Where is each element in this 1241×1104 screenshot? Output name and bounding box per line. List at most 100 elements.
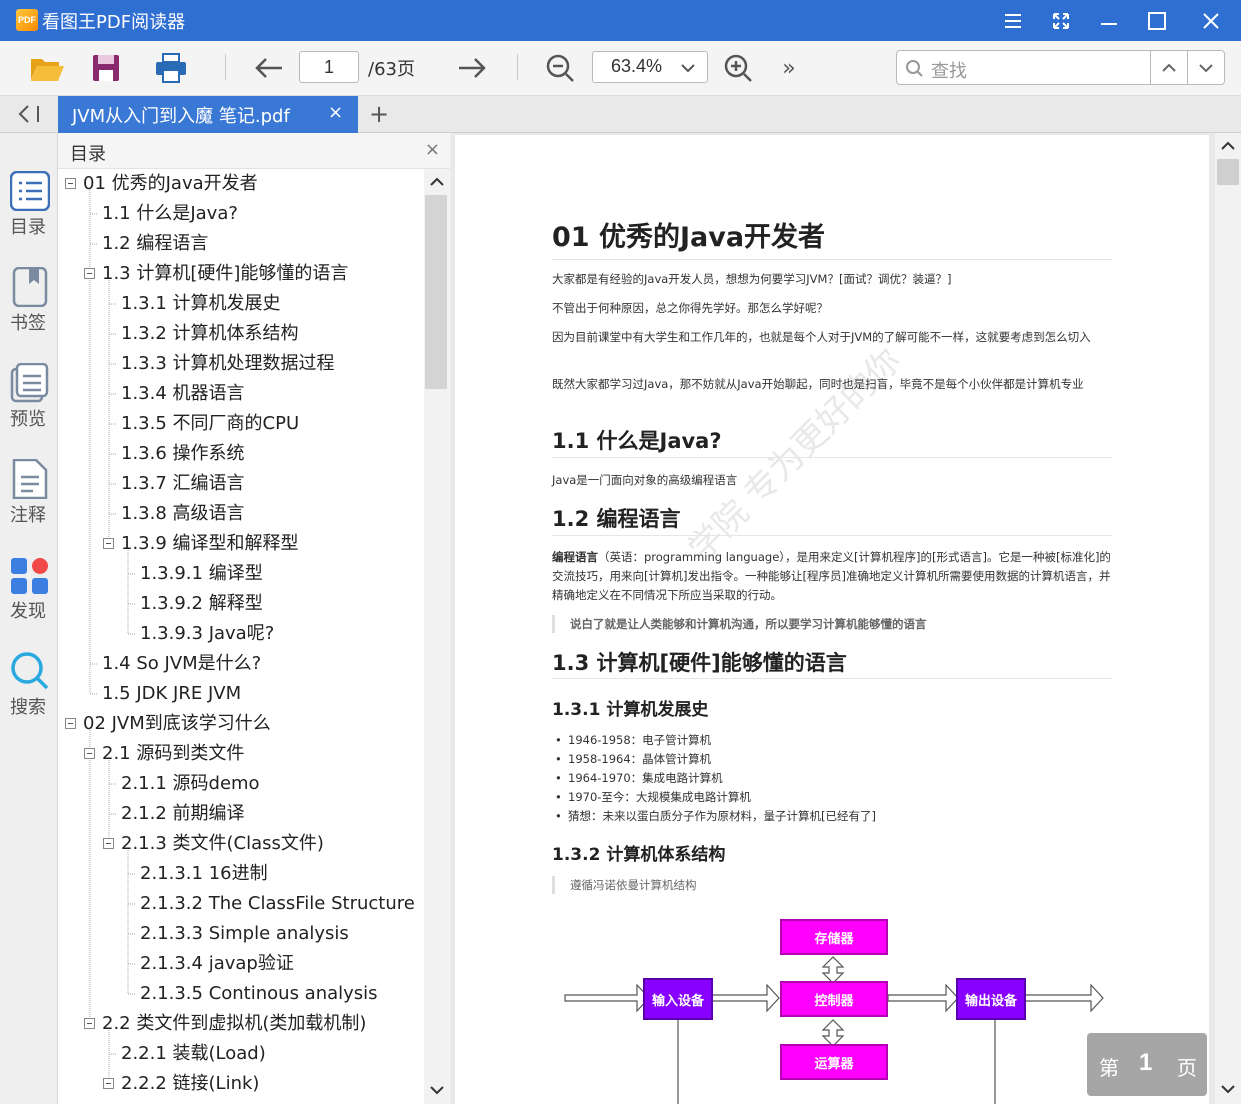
search-icon xyxy=(11,652,49,690)
more-tools-button[interactable]: » xyxy=(776,51,802,85)
toc-item[interactable]: 1.3.4 机器语言 xyxy=(121,379,245,409)
zoom-in-button[interactable] xyxy=(722,51,754,85)
printer-icon xyxy=(156,53,186,83)
page-total-label: /63页 xyxy=(368,59,415,80)
toc-collapse-icon[interactable] xyxy=(84,1018,95,1029)
toc-item[interactable]: 1.5 JDK JRE JVM xyxy=(102,679,241,709)
toc-item[interactable]: 2.1 源码到类文件 xyxy=(102,739,244,769)
rail-item-annotation[interactable]: 注释 xyxy=(0,441,58,529)
toc-item[interactable]: 1.3.7 汇编语言 xyxy=(121,469,245,499)
save-button[interactable] xyxy=(90,51,122,85)
toc-item[interactable]: 1.3 计算机[硬件]能够懂的语言 xyxy=(102,259,348,289)
tab-label: JVM从入门到入魔 笔记.pdf xyxy=(72,106,290,127)
page-indicator-suffix: 页 xyxy=(1177,1056,1197,1080)
toc-item[interactable]: 2.1.3.2 The ClassFile Structure xyxy=(140,889,415,919)
rail-label: 注释 xyxy=(10,505,46,526)
paragraph: 编程语言（英语：programming language），是用来定义[计算机程… xyxy=(552,548,1112,605)
toc-collapse-icon[interactable] xyxy=(84,748,95,759)
search-prev-button[interactable] xyxy=(1150,50,1188,85)
toc-item[interactable]: 2.1.3.4 javap验证 xyxy=(140,949,294,979)
toc-item[interactable]: 2.2.2 链接(Link) xyxy=(121,1069,259,1099)
toc-item[interactable]: 1.3.9.2 解释型 xyxy=(140,589,263,619)
search-input[interactable]: 查找 xyxy=(896,50,1151,85)
chevron-down-icon xyxy=(1221,1085,1235,1094)
close-window-button[interactable] xyxy=(1187,0,1235,41)
search-next-button[interactable] xyxy=(1187,50,1225,85)
toc-item[interactable]: 2.1.3 类文件(Class文件) xyxy=(121,829,324,859)
toc-item[interactable]: 02 JVM到底该学习什么 xyxy=(83,709,271,739)
page-number-input[interactable]: 1 xyxy=(299,51,359,83)
previous-page-button[interactable] xyxy=(253,51,285,85)
toc-collapse-icon[interactable] xyxy=(84,268,95,279)
toc-collapse-icon[interactable] xyxy=(103,538,114,549)
tab-document[interactable]: JVM从入门到入魔 笔记.pdf × xyxy=(58,96,358,133)
zoom-out-button[interactable] xyxy=(544,51,576,85)
rail-label: 预览 xyxy=(10,409,46,430)
toc-collapse-icon[interactable] xyxy=(65,178,76,189)
paragraph: 不管出于何种原因，总之你得先学好。那怎么学好呢？ xyxy=(552,301,828,315)
toc-item[interactable]: 2.1.3.5 Continous analysis xyxy=(140,979,378,1009)
search-placeholder: 查找 xyxy=(931,61,967,82)
heading-3: 1.3.1 计算机发展史 xyxy=(552,700,709,720)
chevron-up-icon xyxy=(430,177,444,186)
toc-item[interactable]: 1.3.6 操作系统 xyxy=(121,439,245,469)
add-tab-button[interactable]: + xyxy=(366,100,392,128)
toc-item[interactable]: 2.1.3.3 Simple analysis xyxy=(140,919,349,949)
next-page-button[interactable] xyxy=(456,51,488,85)
zoom-select[interactable]: 63.4% xyxy=(592,51,708,83)
heading-2: 1.2 编程语言 xyxy=(552,507,681,531)
document-scroll-thumb[interactable] xyxy=(1217,159,1239,185)
toc-item[interactable]: 1.3.5 不同厂商的CPU xyxy=(121,409,299,439)
toc-scroll-thumb[interactable] xyxy=(425,195,447,389)
toc-collapse-icon[interactable] xyxy=(103,1078,114,1089)
toc-item[interactable]: 1.2 编程语言 xyxy=(102,229,208,259)
minimize-button[interactable] xyxy=(1085,0,1133,41)
tab-close-icon[interactable]: × xyxy=(328,102,343,123)
rail-item-preview[interactable]: 预览 xyxy=(0,345,58,433)
list-item: 猜想：未来以蛋白质分子作为原材料，量子计算机[已经有了] xyxy=(555,807,876,826)
toc-item[interactable]: 2.1.2 前期编译 xyxy=(121,799,245,829)
rail-item-search[interactable]: 搜索 xyxy=(0,633,58,721)
toc-item[interactable]: 2.2 类文件到虚拟机(类加载机制) xyxy=(102,1009,366,1039)
toc-item[interactable]: 1.3.2 计算机体系结构 xyxy=(121,319,299,349)
annotation-icon xyxy=(12,459,48,499)
print-button[interactable] xyxy=(153,51,189,85)
toc-item[interactable]: 1.3.9 编译型和解释型 xyxy=(121,529,299,559)
chevron-down-icon xyxy=(430,1086,444,1095)
toc-collapse-icon[interactable] xyxy=(65,718,76,729)
open-file-button[interactable] xyxy=(28,51,66,85)
rail-item-discover[interactable]: 发现 xyxy=(0,537,58,625)
list-item: 1958-1964：晶体管计算机 xyxy=(555,750,711,769)
toc-item[interactable]: 1.3.3 计算机处理数据过程 xyxy=(121,349,335,379)
document-scrollbar[interactable] xyxy=(1215,133,1241,1104)
page-indicator-prefix: 第 xyxy=(1099,1056,1119,1080)
toc-collapse-icon[interactable] xyxy=(103,838,114,849)
fullscreen-button[interactable] xyxy=(1037,0,1085,41)
toc-item[interactable]: 1.3.8 高级语言 xyxy=(121,499,245,529)
paragraph: 因为目前课堂中有大学生和工作几年的，也就是每个人对于JVM的了解可能不一样，这就… xyxy=(552,330,1091,344)
toc-item[interactable]: 2.1.1 源码demo xyxy=(121,769,260,799)
heading-1: 01 优秀的Java开发者 xyxy=(552,222,826,253)
zoom-out-icon xyxy=(546,54,574,82)
page-indicator: 第 1 页 xyxy=(1087,1033,1207,1096)
toc-item[interactable]: 2.1.3.1 16进制 xyxy=(140,859,268,889)
toc-item[interactable]: 2.2.1 装载(Load) xyxy=(121,1039,266,1069)
toc-item[interactable]: 1.3.9.1 编译型 xyxy=(140,559,263,589)
page-indicator-number: 1 xyxy=(1139,1049,1153,1076)
rail-item-toc[interactable]: 目录 xyxy=(0,153,58,241)
diagram-node-control: 控制器 xyxy=(780,981,888,1017)
paragraph: Java是一门面向对象的高级编程语言 xyxy=(552,473,738,487)
toc-item[interactable]: 1.4 So JVM是什么? xyxy=(102,649,261,679)
toc-item[interactable]: 1.3.1 计算机发展史 xyxy=(121,289,281,319)
blockquote: 遵循冯诺依曼计算机结构 xyxy=(552,876,1112,894)
toc-close-icon[interactable]: × xyxy=(425,139,440,160)
rail-item-bookmark[interactable]: 书签 xyxy=(0,249,58,337)
toc-item[interactable]: 1.1 什么是Java? xyxy=(102,199,238,229)
pdf-page: 学院 专为更好的你 01 优秀的Java开发者 大家都是有经验的Java开发人员… xyxy=(455,135,1209,1104)
maximize-button[interactable] xyxy=(1133,0,1181,41)
toc-item[interactable]: 1.3.9.3 Java呢? xyxy=(140,619,274,649)
toc-item[interactable]: 01 优秀的Java开发者 xyxy=(83,169,258,199)
collapse-sidebar-button[interactable] xyxy=(12,100,46,128)
menu-button[interactable] xyxy=(989,0,1037,41)
toc-scrollbar[interactable] xyxy=(424,169,450,1104)
